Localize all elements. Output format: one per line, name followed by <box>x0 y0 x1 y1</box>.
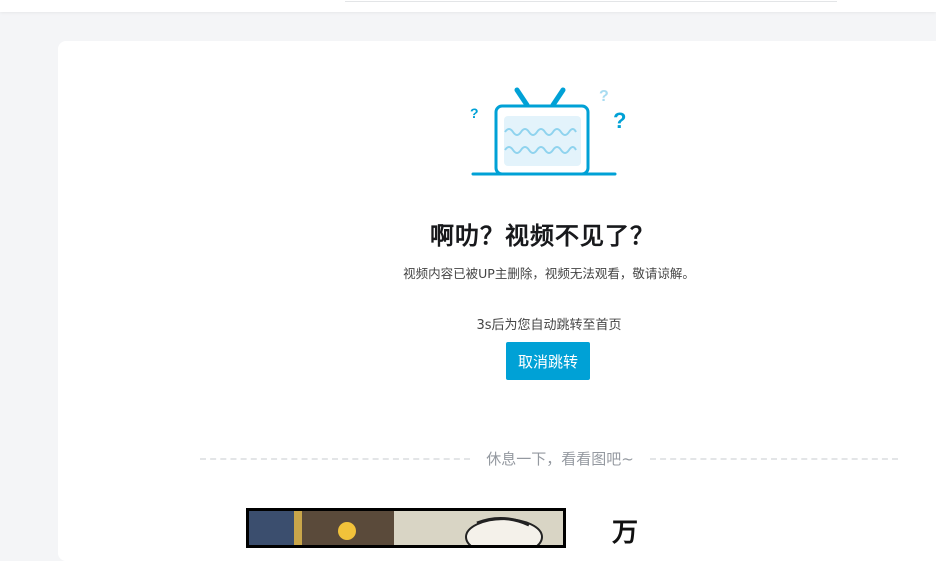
tv-screen-icon <box>504 116 581 166</box>
divider-right-line <box>650 458 898 460</box>
comic-image <box>246 508 566 548</box>
redirect-countdown: 3s后为您自动跳转至首页 <box>476 318 622 333</box>
comic-night-panel-icon <box>249 511 294 545</box>
cancel-redirect-button[interactable]: 取消跳转 <box>506 342 590 380</box>
tv-antenna-right-icon <box>550 87 566 108</box>
comic-column-icon <box>294 511 302 545</box>
tv-error-icon: ? ? ? <box>470 87 626 176</box>
comic-illustration-icon <box>249 511 563 545</box>
divider-left-line <box>200 458 470 460</box>
error-title: 啊叻？视频不见了？ <box>430 222 655 250</box>
flame-icon <box>338 522 356 540</box>
question-mark-icon: ? <box>470 105 479 121</box>
top-navigation-bar <box>0 0 936 12</box>
tv-antenna-left-icon <box>514 87 530 108</box>
question-mark-icon: ? <box>599 88 609 105</box>
error-description: 视频内容已被UP主删除，视频无法观看，敬请谅解。 <box>403 266 695 281</box>
search-bar-edge[interactable] <box>345 0 837 2</box>
comic-caption-text: 万 <box>612 518 639 548</box>
divider-text: 休息一下，看看图吧~ <box>486 450 634 468</box>
question-mark-icon: ? <box>613 108 626 133</box>
